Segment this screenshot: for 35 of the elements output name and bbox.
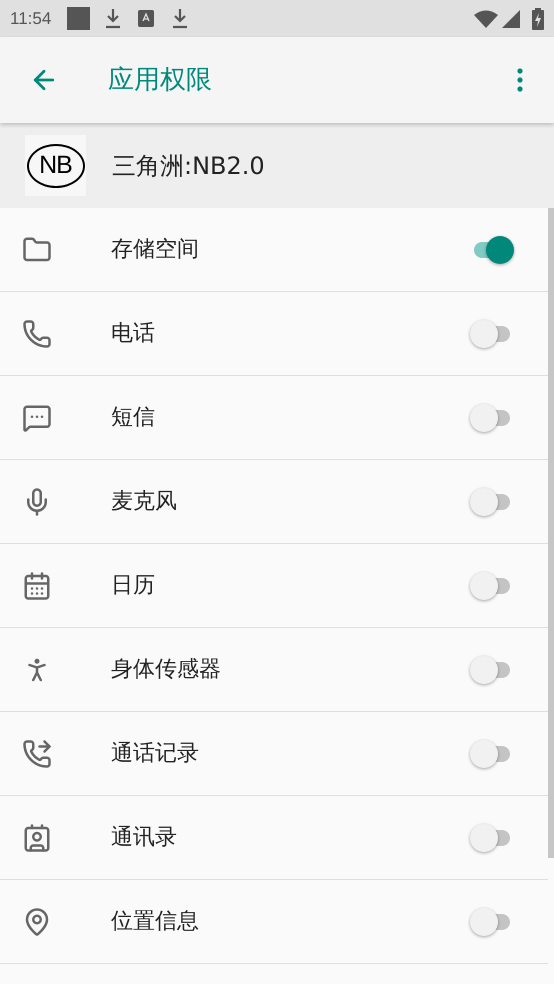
permission-row[interactable]: 麦克风: [0, 460, 548, 544]
phone-icon: [22, 318, 52, 348]
permission-row[interactable]: 身体传感器: [0, 628, 548, 712]
permission-label: 麦克风: [111, 488, 177, 516]
status-time: 11:54: [10, 8, 52, 30]
permission-label: 日历: [111, 572, 155, 600]
permission-row[interactable]: 位置信息: [0, 880, 548, 964]
permission-row[interactable]: 日历: [0, 544, 548, 628]
permission-label: 位置信息: [111, 908, 199, 936]
download-icon: [105, 8, 122, 28]
contact-card-icon: [22, 822, 52, 852]
permission-row[interactable]: 通讯录: [0, 796, 548, 880]
permission-row[interactable]: 存储空间: [0, 208, 548, 292]
folder-icon: [22, 234, 52, 264]
permission-label: 存储空间: [111, 236, 199, 264]
permission-label: 通讯录: [111, 824, 177, 852]
permission-label: 身体传感器: [111, 656, 221, 684]
signal-icon: [502, 10, 520, 28]
download-icon: [172, 8, 188, 28]
permission-label: 通话记录: [111, 740, 199, 768]
permission-row[interactable]: 短信: [0, 376, 548, 460]
permission-row[interactable]: 通话记录: [0, 712, 548, 796]
battery-charging-icon: [532, 8, 544, 30]
permission-label: 电话: [111, 320, 155, 348]
app-logo: NB: [25, 135, 86, 196]
permission-row[interactable]: 电话: [0, 292, 548, 376]
wifi-icon: [474, 10, 498, 28]
page-title: 应用权限: [108, 64, 212, 96]
message-icon: [22, 402, 52, 432]
calendar-icon: [22, 570, 52, 600]
notification-square-icon: [67, 7, 90, 30]
more-icon: [517, 68, 523, 92]
app-name: 三角洲:NB2.0: [112, 150, 265, 182]
permission-label: 短信: [111, 404, 155, 432]
keyboard-icon: [138, 10, 154, 27]
